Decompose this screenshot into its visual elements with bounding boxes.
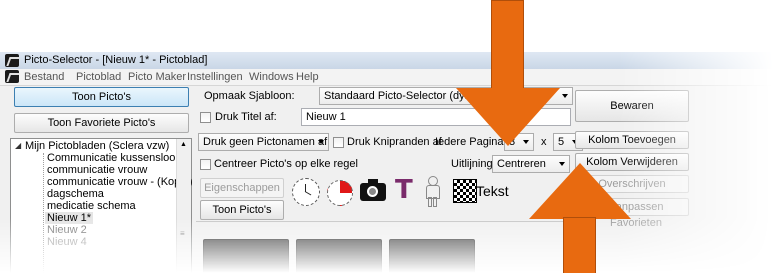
- align-label: Uitlijning: [451, 158, 493, 170]
- tree-item[interactable]: communicatie vrouw: [47, 164, 147, 176]
- text-label[interactable]: Tekst: [476, 183, 509, 199]
- save-button[interactable]: Bewaren: [575, 90, 689, 122]
- show-pictos-button[interactable]: Toon Picto's: [14, 87, 189, 107]
- title-bar: Picto-Selector - [Nieuw 1* - Pictoblad]: [0, 52, 773, 69]
- menu-app-icon[interactable]: [5, 70, 19, 83]
- app-logo-icon: [5, 54, 19, 67]
- template-label: Opmaak Sjabloon:: [204, 90, 295, 102]
- left-panel: Toon Picto's Toon Favoriete Picto's ◢ Mi…: [10, 87, 193, 273]
- menu-bar: Bestand Pictoblad Picto Maker Instelling…: [0, 69, 773, 86]
- picto-thumbnail[interactable]: [389, 239, 475, 273]
- divider: [196, 221, 596, 222]
- window-title: Picto-Selector - [Nieuw 1* - Pictoblad]: [24, 54, 208, 66]
- picto-thumbnail[interactable]: [203, 239, 289, 273]
- menu-picto-maker[interactable]: Picto Maker: [128, 71, 186, 83]
- camera-icon[interactable]: [360, 179, 386, 201]
- menu-pictoblad[interactable]: Pictoblad: [76, 71, 121, 83]
- app-window: Picto-Selector - [Nieuw 1* - Pictoblad] …: [0, 52, 773, 273]
- tree-item[interactable]: Nieuw 2: [47, 224, 87, 236]
- pictoblad-tree[interactable]: ◢ Mijn Pictobladen (Sclera vzw) Communic…: [10, 138, 193, 273]
- tree-root[interactable]: Mijn Pictobladen (Sclera vzw): [25, 140, 169, 152]
- menu-help[interactable]: Help: [296, 71, 319, 83]
- scroll-up-icon[interactable]: ▲: [180, 141, 187, 148]
- picto-names-select[interactable]: Druk geen Pictonamen af: [198, 133, 329, 151]
- person-outline-icon[interactable]: [422, 176, 442, 207]
- show-pictos-button-2[interactable]: Toon Picto's: [200, 200, 284, 220]
- print-title-checkbox[interactable]: [200, 112, 211, 123]
- menu-windows[interactable]: Windows: [249, 71, 294, 83]
- picto-names-value: Druk geen Pictonamen af: [203, 136, 328, 148]
- clock-icon[interactable]: [292, 178, 320, 206]
- center-label: Centreer Picto's op elke regel: [214, 158, 358, 170]
- text-T-icon[interactable]: T: [395, 175, 413, 205]
- show-favorites-button[interactable]: Toon Favoriete Picto's: [14, 113, 189, 133]
- tree-item[interactable]: Communicatie kussensloop: [47, 152, 182, 164]
- tree-item-selected[interactable]: Nieuw 1*: [45, 212, 94, 224]
- picto-thumbnail[interactable]: [296, 239, 382, 273]
- tree-item[interactable]: dagschema: [47, 188, 104, 200]
- cut-edges-label: Druk Knipranden af: [347, 136, 442, 148]
- tree-scrollbar[interactable]: ▲ ≡: [176, 139, 191, 273]
- properties-button[interactable]: Eigenschappen: [200, 178, 284, 198]
- qr-code-icon[interactable]: [453, 179, 477, 203]
- tree-item[interactable]: communicatie vrouw - (Kopie): [47, 176, 193, 188]
- menu-instellingen[interactable]: Instellingen: [187, 71, 243, 83]
- chevron-down-icon: [562, 94, 568, 98]
- chevron-down-icon: [318, 140, 324, 144]
- scroll-thumb-grip-icon[interactable]: ≡: [180, 229, 185, 238]
- print-title-label: Druk Titel af:: [215, 111, 277, 123]
- tree-item[interactable]: medicatie schema: [47, 200, 136, 212]
- cut-edges-checkbox[interactable]: [333, 137, 344, 148]
- pie-chart-icon[interactable]: [327, 180, 353, 206]
- tree-item[interactable]: Nieuw 4: [47, 236, 87, 248]
- add-column-button[interactable]: Kolom Toevoegen: [575, 131, 689, 149]
- center-checkbox[interactable]: [200, 159, 211, 170]
- menu-bestand[interactable]: Bestand: [24, 71, 64, 83]
- tree-expand-icon[interactable]: ◢: [15, 141, 21, 150]
